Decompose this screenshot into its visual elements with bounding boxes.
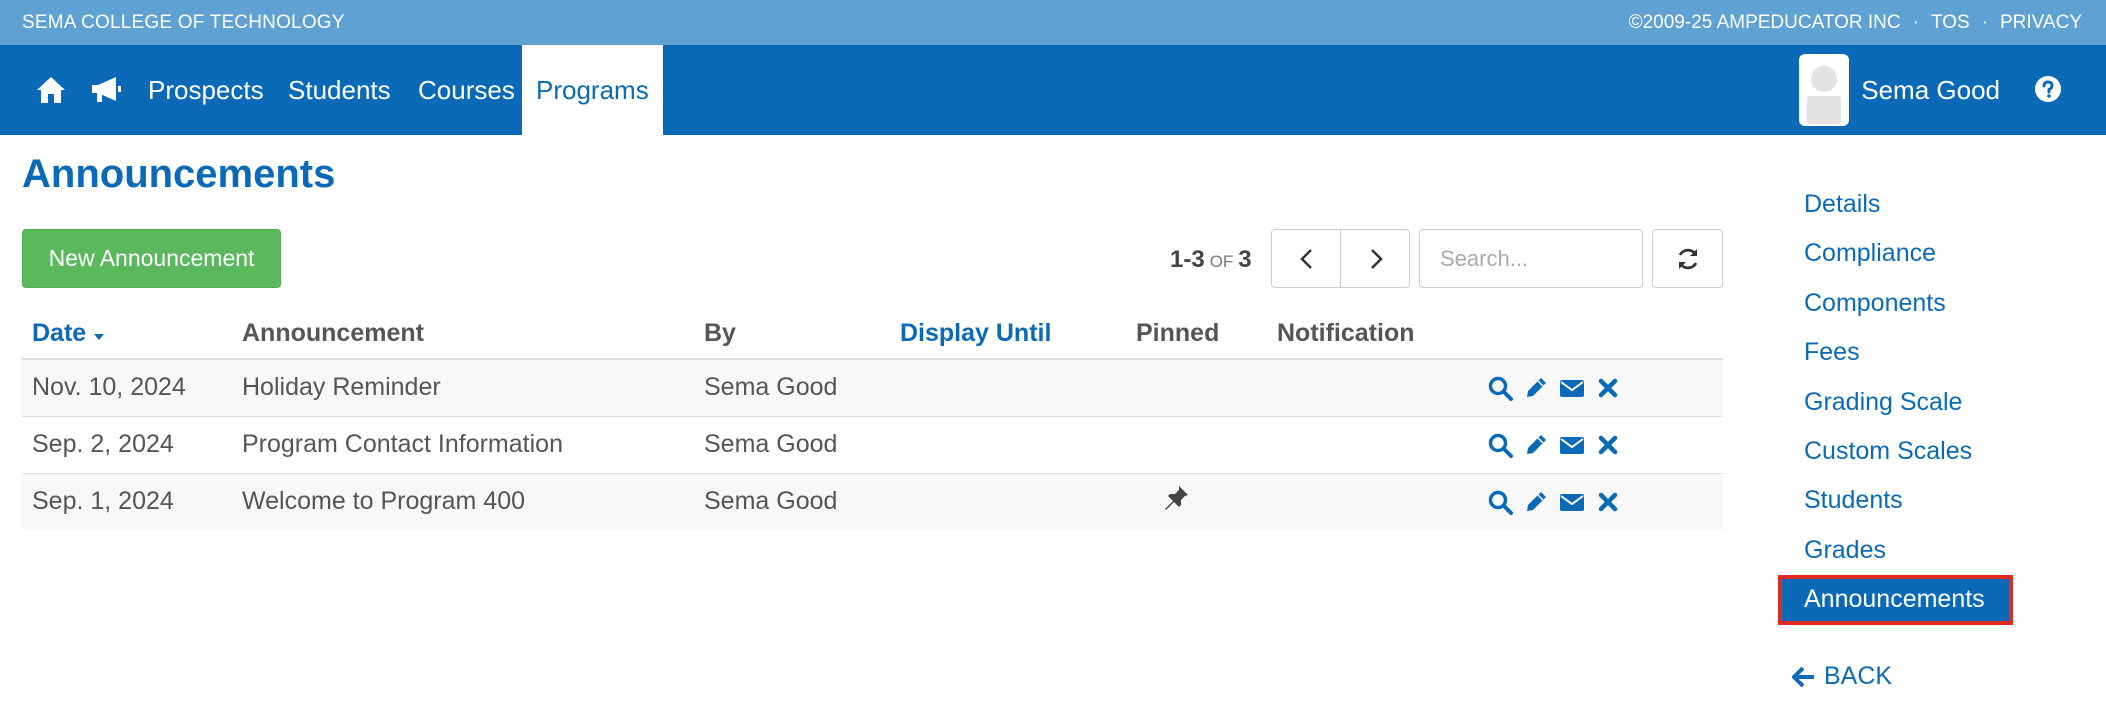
back-link[interactable]: BACK bbox=[1792, 662, 1892, 691]
chevron-right-icon bbox=[1371, 249, 1383, 269]
search-input[interactable] bbox=[1419, 229, 1643, 288]
back-label: BACK bbox=[1824, 662, 1893, 690]
top-strip: SEMA COLLEGE OF TECHNOLOGY ©2009-25 AMPE… bbox=[0, 0, 2106, 45]
search-icon[interactable] bbox=[1487, 489, 1513, 515]
cell-actions bbox=[1487, 415, 1723, 473]
cell-by: Sema Good bbox=[704, 472, 900, 530]
cell-date: Nov. 10, 2024 bbox=[22, 358, 242, 416]
pager-total: 3 bbox=[1238, 246, 1252, 273]
pager-range: 1-3 bbox=[1170, 246, 1205, 273]
separator: · bbox=[1912, 12, 1919, 33]
envelope-icon[interactable] bbox=[1559, 489, 1585, 515]
question-circle-icon[interactable] bbox=[2034, 75, 2062, 103]
sidebar-item-fees[interactable]: Fees bbox=[1778, 328, 2013, 377]
cell-announcement: Welcome to Program 400 bbox=[242, 472, 704, 530]
sidebar-item-grading-scale[interactable]: Grading Scale bbox=[1778, 378, 2013, 427]
cell-notification bbox=[1277, 472, 1487, 530]
cell-announcement: Holiday Reminder bbox=[242, 358, 704, 416]
cell-pinned bbox=[1136, 358, 1277, 416]
sidebar-item-students[interactable]: Students bbox=[1778, 476, 2013, 525]
cell-display-until bbox=[900, 358, 1136, 416]
sidebar-item-grades[interactable]: Grades bbox=[1778, 526, 2013, 575]
next-page-button[interactable] bbox=[1340, 229, 1410, 288]
pager-of: of bbox=[1209, 252, 1234, 271]
footer-links: ©2009-25 AMPEDUCATOR INC · TOS · PRIVACY bbox=[1629, 12, 2082, 34]
cell-display-until bbox=[900, 415, 1136, 473]
sidebar-item-custom-scales[interactable]: Custom Scales bbox=[1778, 427, 2013, 476]
sidebar-item-details[interactable]: Details bbox=[1778, 180, 2013, 229]
column-label: Date bbox=[32, 319, 87, 347]
pencil-icon[interactable] bbox=[1523, 375, 1549, 401]
column-header-announcement: Announcement bbox=[242, 309, 704, 360]
pencil-icon[interactable] bbox=[1523, 489, 1549, 515]
column-header-pinned: Pinned bbox=[1136, 309, 1277, 360]
caret-down-icon bbox=[94, 334, 105, 340]
times-icon[interactable] bbox=[1595, 432, 1621, 458]
cell-date: Sep. 2, 2024 bbox=[22, 415, 242, 473]
sidebar-item-announcements[interactable]: Announcements bbox=[1778, 575, 2013, 625]
column-header-display-until[interactable]: Display Until bbox=[900, 309, 1136, 360]
table-row[interactable]: Sep. 2, 2024 Program Contact Information S… bbox=[22, 415, 1723, 473]
arrow-left-icon bbox=[1792, 666, 1814, 687]
refresh-icon bbox=[1678, 248, 1698, 270]
search-icon[interactable] bbox=[1487, 375, 1513, 401]
nav-prospects[interactable]: Prospects bbox=[148, 45, 264, 135]
avatar bbox=[1799, 54, 1850, 126]
megaphone-icon[interactable] bbox=[88, 73, 124, 107]
tos-link[interactable]: TOS bbox=[1931, 12, 1970, 34]
table-row[interactable]: Sep. 1, 2024 Welcome to Program 400 Sema G… bbox=[22, 472, 1723, 530]
times-icon[interactable] bbox=[1595, 375, 1621, 401]
cell-announcement: Program Contact Information bbox=[242, 415, 704, 473]
times-icon[interactable] bbox=[1595, 489, 1621, 515]
sidebar-item-components[interactable]: Components bbox=[1778, 279, 2013, 328]
cell-by: Sema Good bbox=[704, 415, 900, 473]
search-icon[interactable] bbox=[1487, 432, 1513, 458]
school-name: SEMA COLLEGE OF TECHNOLOGY bbox=[22, 12, 345, 33]
envelope-icon[interactable] bbox=[1559, 432, 1585, 458]
main-navbar: Prospects Students Courses Programs Sema… bbox=[0, 45, 2106, 135]
cell-by: Sema Good bbox=[704, 358, 900, 416]
column-header-actions bbox=[1487, 309, 1723, 360]
table-row[interactable]: Nov. 10, 2024 Holiday Reminder Sema Good bbox=[22, 358, 1723, 416]
column-header-notification: Notification bbox=[1277, 309, 1487, 360]
cell-date: Sep. 1, 2024 bbox=[22, 472, 242, 530]
home-icon[interactable] bbox=[34, 73, 68, 107]
announcements-table: Date Announcement By Display Until Pinne… bbox=[22, 309, 1723, 530]
cell-pinned bbox=[1136, 415, 1277, 473]
nav-courses[interactable]: Courses bbox=[418, 45, 515, 135]
column-header-by: By bbox=[704, 309, 900, 360]
program-sidebar: Details Compliance Components Fees Grading S… bbox=[1778, 180, 2013, 625]
cell-actions bbox=[1487, 472, 1723, 530]
nav-programs[interactable]: Programs bbox=[522, 45, 663, 135]
cell-actions bbox=[1487, 358, 1723, 416]
envelope-icon[interactable] bbox=[1559, 375, 1585, 401]
user-menu[interactable]: Sema Good bbox=[1799, 54, 2000, 126]
cell-notification bbox=[1277, 415, 1487, 473]
previous-page-button[interactable] bbox=[1271, 229, 1341, 288]
new-announcement-button[interactable]: New Announcement bbox=[22, 229, 281, 288]
pencil-icon[interactable] bbox=[1523, 432, 1549, 458]
user-name: Sema Good bbox=[1861, 74, 2000, 105]
page-title: Announcements bbox=[22, 152, 336, 196]
nav-students[interactable]: Students bbox=[288, 45, 391, 135]
column-header-date[interactable]: Date bbox=[22, 309, 242, 360]
copyright-text: ©2009-25 AMPEDUCATOR INC bbox=[1628, 12, 1901, 33]
separator: · bbox=[1981, 12, 1988, 33]
chevron-left-icon bbox=[1300, 249, 1312, 269]
cell-display-until bbox=[900, 472, 1136, 530]
pager-info: 1-3 of 3 bbox=[1170, 246, 1252, 274]
cell-pinned bbox=[1136, 472, 1277, 530]
sidebar-item-compliance[interactable]: Compliance bbox=[1778, 229, 2013, 278]
thumbtack-icon bbox=[1162, 486, 1190, 518]
refresh-button[interactable] bbox=[1652, 229, 1723, 288]
privacy-link[interactable]: PRIVACY bbox=[2000, 12, 2082, 34]
cell-notification bbox=[1277, 358, 1487, 416]
